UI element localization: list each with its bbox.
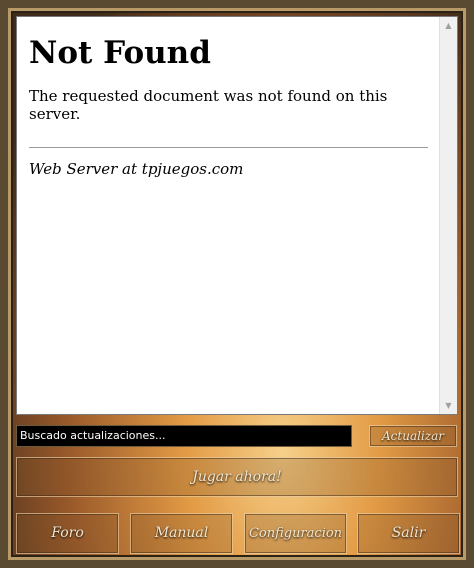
divider — [29, 147, 428, 148]
error-message: The requested document was not found on … — [29, 87, 388, 123]
update-button[interactable]: Actualizar — [369, 425, 457, 447]
server-signature: Web Server at tpjuegos.com — [29, 160, 244, 178]
play-now-button[interactable]: Jugar ahora! — [16, 457, 458, 497]
page-title: Not Found — [29, 35, 211, 71]
configuration-button[interactable]: Configuracion — [244, 513, 347, 554]
scroll-down-arrow-icon[interactable]: ▼ — [440, 397, 457, 414]
vertical-scrollbar[interactable]: ▲ ▼ — [439, 17, 457, 414]
scroll-up-arrow-icon[interactable]: ▲ — [440, 17, 457, 34]
embedded-browser-panel[interactable]: Not Found The requested document was not… — [16, 16, 458, 415]
exit-button[interactable]: Salir — [357, 513, 460, 554]
forum-button[interactable]: Foro — [16, 513, 119, 554]
update-status-field: Buscado actualizaciones... — [16, 425, 352, 447]
manual-button[interactable]: Manual — [130, 513, 233, 554]
page-content: Not Found The requested document was not… — [17, 35, 441, 178]
